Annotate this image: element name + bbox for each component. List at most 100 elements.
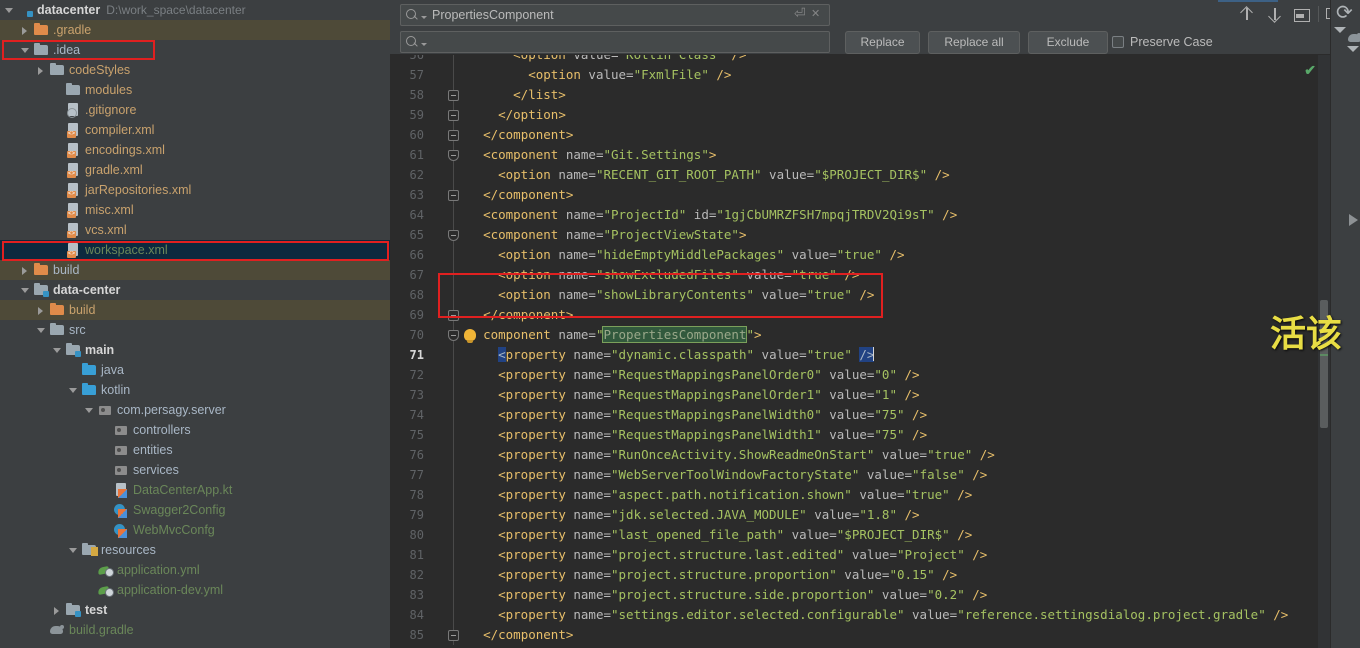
tree-item-jarrepositories-xml[interactable]: jarRepositories.xml: [0, 180, 390, 200]
code-line[interactable]: 57 <option value="FxmlFile" />: [390, 65, 1330, 85]
chevron-down-icon[interactable]: [68, 385, 79, 396]
code-line[interactable]: 77 <property name="WebServerToolWindowFa…: [390, 465, 1330, 485]
tree-item-encodings-xml[interactable]: encodings.xml: [0, 140, 390, 160]
code-line[interactable]: 62 <option name="RECENT_GIT_ROOT_PATH" v…: [390, 165, 1330, 185]
tree-item-datacenterapp-kt[interactable]: DataCenterApp.kt: [0, 480, 390, 500]
project-tool-window[interactable]: datacenter D:\work_space\datacenter .gra…: [0, 0, 390, 648]
code-line[interactable]: 67 <option name="showExcludedFiles" valu…: [390, 265, 1330, 285]
code-line[interactable]: 63 </component>: [390, 185, 1330, 205]
search-field-wrapper[interactable]: [400, 4, 830, 26]
tree-item-services[interactable]: services: [0, 460, 390, 480]
code-line[interactable]: 68 <option name="showLibraryContents" va…: [390, 285, 1330, 305]
replace-button[interactable]: Replace: [845, 31, 920, 54]
tree-item-compiler-xml[interactable]: compiler.xml: [0, 120, 390, 140]
search-history-chevron-icon[interactable]: [421, 16, 427, 19]
tree-item-gradle-xml[interactable]: gradle.xml: [0, 160, 390, 180]
project-tree-list[interactable]: .gradle.ideacodeStylesmodules.gitignorec…: [0, 20, 390, 640]
tree-item-java[interactable]: java: [0, 360, 390, 380]
refresh-icon[interactable]: [1333, 3, 1359, 29]
tree-item--idea[interactable]: .idea: [0, 40, 390, 60]
tree-item-src[interactable]: src: [0, 320, 390, 340]
code-line[interactable]: 60 </component>: [390, 125, 1330, 145]
code-line[interactable]: 71 <property name="dynamic.classpath" va…: [390, 345, 1330, 365]
replace-input[interactable]: [432, 35, 825, 49]
search-input[interactable]: [432, 8, 793, 22]
select-all-occurrences-icon[interactable]: [1290, 3, 1312, 25]
right-tool-panel[interactable]: [1330, 0, 1360, 648]
chevron-down-icon[interactable]: [68, 545, 79, 556]
fold-expanded-icon[interactable]: [448, 330, 459, 341]
code-line[interactable]: 61 <component name="Git.Settings">: [390, 145, 1330, 165]
tree-item-build-gradle[interactable]: build.gradle: [0, 620, 390, 640]
tree-item-build[interactable]: build: [0, 260, 390, 280]
tree-item-modules[interactable]: modules: [0, 80, 390, 100]
code-line[interactable]: 85 </component>: [390, 625, 1330, 645]
tree-item-misc-xml[interactable]: misc.xml: [0, 200, 390, 220]
code-editor[interactable]: 56 <option value="Kotlin Class" />57 <op…: [390, 55, 1330, 648]
code-line[interactable]: 73 <property name="RequestMappingsPanelO…: [390, 385, 1330, 405]
code-line[interactable]: 79 <property name="jdk.selected.JAVA_MOD…: [390, 505, 1330, 525]
tree-item-com-persagy-server[interactable]: com.persagy.server: [0, 400, 390, 420]
tree-item--gitignore[interactable]: .gitignore: [0, 100, 390, 120]
code-line[interactable]: 65 <component name="ProjectViewState">: [390, 225, 1330, 245]
tree-item-test[interactable]: test: [0, 600, 390, 620]
code-line[interactable]: 72 <property name="RequestMappingsPanelO…: [390, 365, 1330, 385]
code-line[interactable]: 64 <component name="ProjectId" id="1gjCb…: [390, 205, 1330, 225]
fold-collapsed-icon[interactable]: [448, 110, 459, 121]
code-line[interactable]: 69 </component>: [390, 305, 1330, 325]
tree-item-webmvcconfg[interactable]: WebMvcConfg: [0, 520, 390, 540]
chevron-down-icon[interactable]: [84, 405, 95, 416]
new-line-icon[interactable]: [793, 7, 809, 23]
tree-root-row[interactable]: datacenter D:\work_space\datacenter: [0, 0, 390, 20]
inspection-ok-icon[interactable]: ✔: [1304, 62, 1316, 79]
code-line[interactable]: 75 <property name="RequestMappingsPanelW…: [390, 425, 1330, 445]
chevron-down-icon[interactable]: [36, 325, 47, 336]
tree-item-application-yml[interactable]: application.yml: [0, 560, 390, 580]
tree-item-workspace-xml[interactable]: workspace.xml: [0, 240, 390, 260]
tree-item-controllers[interactable]: controllers: [0, 420, 390, 440]
scrollbar-thumb[interactable]: [1320, 300, 1328, 428]
code-line[interactable]: 84 <property name="settings.editor.selec…: [390, 605, 1330, 625]
fold-collapsed-icon[interactable]: [448, 190, 459, 201]
prev-occurrence-icon[interactable]: [1236, 3, 1258, 25]
chevron-right-icon[interactable]: [20, 265, 31, 276]
code-line[interactable]: 66 <option name="hideEmptyMiddlePackages…: [390, 245, 1330, 265]
chevron-right-icon[interactable]: [52, 605, 63, 616]
chevron-right-icon[interactable]: [36, 65, 47, 76]
tree-item-vcs-xml[interactable]: vcs.xml: [0, 220, 390, 240]
code-line[interactable]: 78 <property name="aspect.path.notificat…: [390, 485, 1330, 505]
code-line[interactable]: 76 <property name="RunOnceActivity.ShowR…: [390, 445, 1330, 465]
code-line[interactable]: 80 <property name="last_opened_file_path…: [390, 525, 1330, 545]
editor-scrollbar[interactable]: [1318, 55, 1330, 648]
clear-search-icon[interactable]: [809, 7, 825, 23]
code-line[interactable]: 58 </list>: [390, 85, 1330, 105]
code-line[interactable]: 82 <property name="project.structure.pro…: [390, 565, 1330, 585]
code-line[interactable]: 56 <option value="Kotlin Class" />: [390, 55, 1330, 65]
tree-item--gradle[interactable]: .gradle: [0, 20, 390, 40]
code-line[interactable]: 70 component name="PropertiesComponent">: [390, 325, 1330, 345]
code-line[interactable]: 83 <property name="project.structure.sid…: [390, 585, 1330, 605]
fold-expanded-icon[interactable]: [448, 230, 459, 241]
preserve-case-box-icon[interactable]: [1112, 36, 1124, 48]
fold-collapsed-icon[interactable]: [448, 130, 459, 141]
chevron-right-icon[interactable]: [36, 305, 47, 316]
chevron-down-icon[interactable]: [20, 285, 31, 296]
code-line[interactable]: 81 <property name="project.structure.las…: [390, 545, 1330, 565]
tree-item-data-center[interactable]: data-center: [0, 280, 390, 300]
intention-bulb-icon[interactable]: [464, 329, 476, 341]
exclude-button[interactable]: Exclude: [1028, 31, 1108, 54]
replace-history-chevron-icon[interactable]: [421, 43, 427, 46]
chevron-down-icon[interactable]: [52, 345, 63, 356]
fold-expanded-icon[interactable]: [448, 150, 459, 161]
replace-all-button[interactable]: Replace all: [928, 31, 1020, 54]
code-line[interactable]: 74 <property name="RequestMappingsPanelW…: [390, 405, 1330, 425]
chevron-down-icon[interactable]: [4, 5, 15, 16]
run-triangle-icon[interactable]: [1349, 214, 1358, 226]
tree-item-entities[interactable]: entities: [0, 440, 390, 460]
fold-collapsed-icon[interactable]: [448, 630, 459, 641]
fold-collapsed-icon[interactable]: [448, 310, 459, 321]
chevron-right-icon[interactable]: [20, 25, 31, 36]
expand-triangle-icon[interactable]: [1347, 52, 1359, 70]
preserve-case-checkbox[interactable]: Preserve Case: [1112, 35, 1213, 49]
tree-item-application-dev-yml[interactable]: application-dev.yml: [0, 580, 390, 600]
